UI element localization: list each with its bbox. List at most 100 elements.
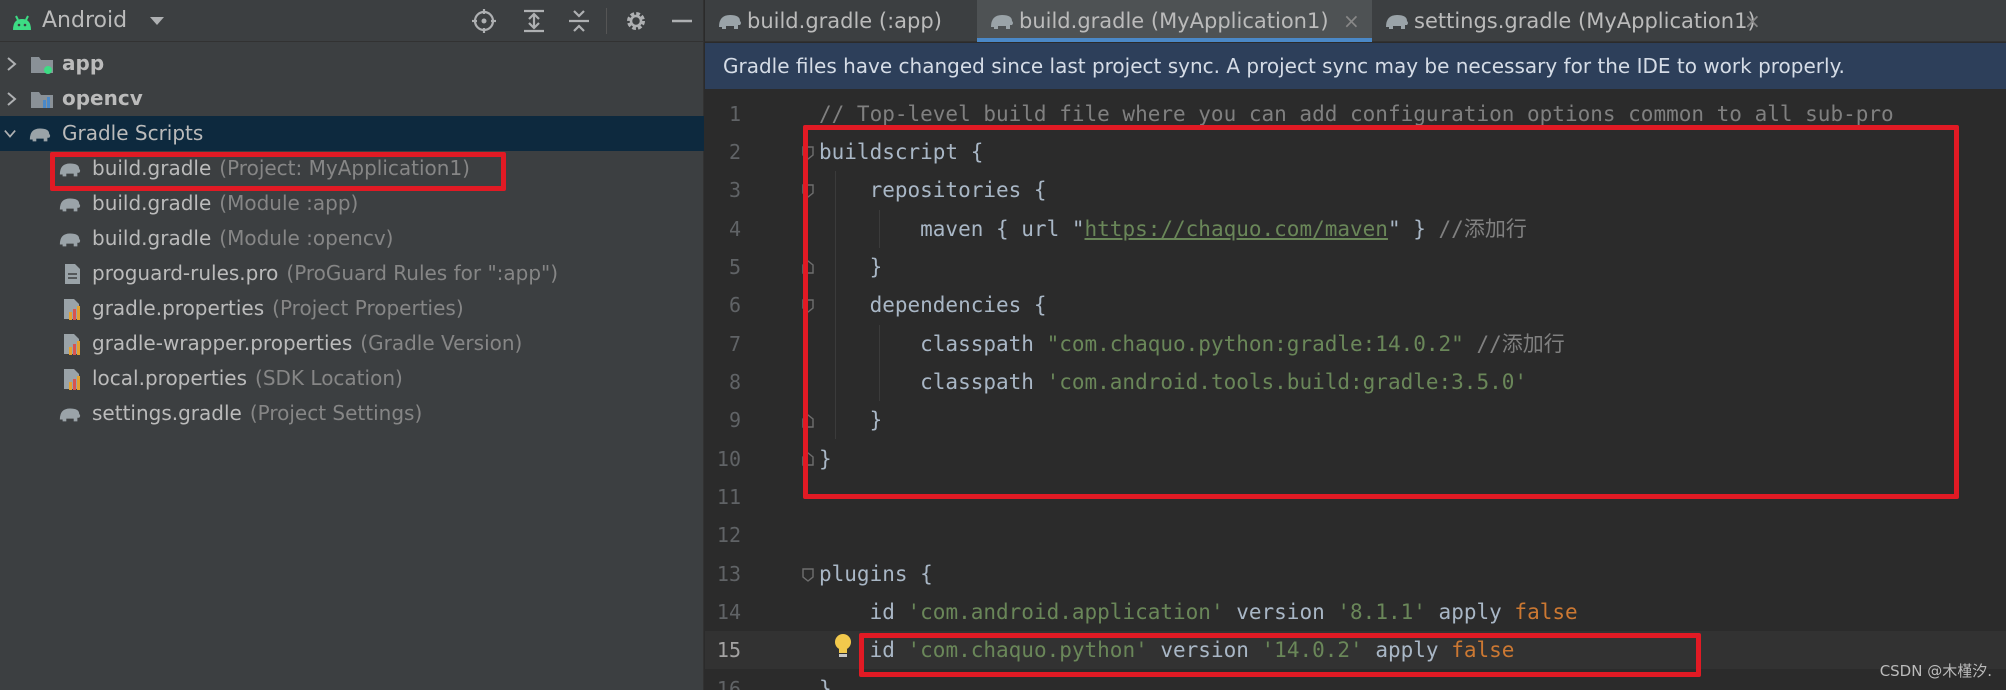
line-number: 14 [716, 600, 741, 624]
line-number-current: 15 [716, 638, 741, 662]
gradle-elephant-icon [59, 198, 81, 212]
code-text: id [819, 600, 908, 624]
line-number: 7 [728, 332, 741, 356]
line-number: 12 [716, 523, 741, 547]
tree-item-label: local.properties [92, 366, 248, 390]
project-toolbar: Android [0, 0, 704, 42]
gradle-sync-banner: Gradle files have changed since last pro… [705, 43, 2006, 89]
toolbar-separator [606, 8, 607, 34]
keyword-false: false [1514, 600, 1578, 624]
tree-item-settings-gradle[interactable]: settings.gradle (Project Settings) [0, 396, 704, 431]
chevron-down-icon[interactable] [4, 127, 16, 141]
tree-item-label: build.gradle [92, 191, 212, 215]
tab-settings-gradle[interactable]: settings.gradle (MyApplication1) × [1372, 0, 1772, 42]
gradle-elephant-icon [59, 233, 81, 247]
gradle-elephant-icon [29, 128, 51, 142]
properties-file-icon [64, 369, 80, 390]
tree-item-hint: (ProGuard Rules for ":app") [286, 261, 559, 285]
properties-file-icon [64, 299, 80, 320]
tab-build-gradle-project[interactable]: build.gradle (MyApplication1) × [977, 0, 1372, 42]
tree-item-local-properties[interactable]: local.properties (SDK Location) [0, 361, 704, 396]
gradle-elephant-icon [59, 408, 81, 422]
tab-label: build.gradle (MyApplication1) [1019, 9, 1329, 33]
gear-icon[interactable] [622, 7, 650, 35]
highlight-box-chaquo-plugin [859, 633, 1701, 677]
module-folder-icon [31, 57, 53, 74]
tab-label: settings.gradle (MyApplication1) [1414, 9, 1756, 33]
line-number: 1 [728, 102, 741, 126]
tab-label: build.gradle (:app) [747, 9, 942, 33]
tree-item-label: gradle-wrapper.properties [92, 331, 353, 355]
code-line-16: } [819, 670, 832, 690]
string-literal: 'com.android.application' [907, 600, 1224, 624]
tree-item-gradle-scripts[interactable]: Gradle Scripts [0, 116, 704, 151]
tree-item-label: proguard-rules.pro [92, 261, 279, 285]
project-view-selector[interactable]: Android [42, 6, 127, 36]
code-text: plugins { [819, 562, 933, 586]
chevron-right-icon[interactable] [6, 92, 18, 106]
code-line-13: plugins { [819, 555, 933, 593]
gradle-elephant-icon [991, 15, 1013, 29]
tab-build-gradle-app[interactable]: build.gradle (:app) [705, 0, 977, 42]
tree-item-build-gradle-opencv[interactable]: build.gradle (Module :opencv) [0, 221, 704, 256]
line-number: 6 [728, 293, 741, 317]
tree-item-label: build.gradle [92, 226, 212, 250]
close-icon[interactable]: × [1343, 0, 1360, 42]
tree-item-label: opencv [62, 86, 143, 110]
editor-tab-bar: build.gradle (:app) build.gradle (MyAppl… [705, 0, 2006, 42]
line-number: 2 [728, 140, 741, 164]
collapse-all-icon[interactable] [565, 7, 593, 35]
line-number: 13 [716, 562, 741, 586]
tree-item-gradle-wrapper-properties[interactable]: gradle-wrapper.properties (Gradle Version… [0, 326, 704, 361]
crosshair-icon[interactable] [470, 7, 498, 35]
library-folder-icon [31, 92, 53, 108]
properties-file-icon [64, 334, 80, 355]
line-number: 10 [716, 447, 741, 471]
line-number: 5 [728, 255, 741, 279]
tree-item-label: app [62, 51, 105, 75]
project-panel: Android app opencv Gradle Scripts build.… [0, 0, 704, 690]
tree-item-label: gradle.properties [92, 296, 265, 320]
tree-item-proguard[interactable]: proguard-rules.pro (ProGuard Rules for ":… [0, 256, 704, 291]
code-text: version [1223, 600, 1338, 624]
code-text: } [819, 677, 832, 690]
gradle-elephant-icon [1386, 15, 1408, 29]
tree-item-app[interactable]: app [0, 46, 704, 81]
android-icon [13, 15, 31, 30]
code-line-14: id 'com.android.application' version '8.… [819, 593, 1578, 631]
highlight-box-buildscript [803, 125, 1959, 499]
lightbulb-icon[interactable] [833, 633, 853, 659]
line-number: 8 [728, 370, 741, 394]
string-literal: '8.1.1' [1337, 600, 1426, 624]
line-number: 4 [728, 217, 741, 241]
chevron-right-icon[interactable] [6, 57, 18, 71]
close-icon[interactable]: × [1744, 0, 1761, 42]
csdn-watermark: CSDN @木槿汐. [1879, 662, 1992, 680]
line-number: 16 [716, 677, 741, 690]
expand-all-icon[interactable] [520, 7, 548, 35]
tree-item-hint: (Project Settings) [249, 401, 423, 425]
tree-item-label: Gradle Scripts [62, 121, 204, 145]
tree-item-label: settings.gradle [92, 401, 242, 425]
fold-marker-icon[interactable] [801, 567, 815, 583]
minimize-icon[interactable] [668, 7, 696, 35]
line-number: 9 [728, 408, 741, 432]
chevron-down-icon[interactable] [148, 14, 166, 28]
highlight-box-project-build-gradle [50, 152, 506, 191]
tree-item-hint: (Gradle Version) [360, 331, 523, 355]
text-file-icon [65, 264, 80, 284]
tree-item-opencv[interactable]: opencv [0, 81, 704, 116]
line-number: 11 [716, 485, 741, 509]
tree-item-hint: (Module :app) [219, 191, 359, 215]
tree-item-gradle-properties[interactable]: gradle.properties (Project Properties) [0, 291, 704, 326]
code-editor[interactable]: 1 2 3 4 5 6 7 8 9 10 11 12 13 14 15 16 /… [705, 95, 2006, 690]
tree-item-build-gradle-app[interactable]: build.gradle (Module :app) [0, 186, 704, 221]
tree-item-hint: (Module :opencv) [219, 226, 394, 250]
code-text: apply [1425, 600, 1515, 624]
line-number: 3 [728, 178, 741, 202]
tree-item-hint: (Project Properties) [272, 296, 464, 320]
comment-text: // Top-level build file where you can ad… [819, 102, 1894, 126]
gradle-elephant-icon [719, 15, 741, 29]
editor-area: build.gradle (:app) build.gradle (MyAppl… [705, 0, 2006, 690]
tree-item-hint: (SDK Location) [255, 366, 403, 390]
